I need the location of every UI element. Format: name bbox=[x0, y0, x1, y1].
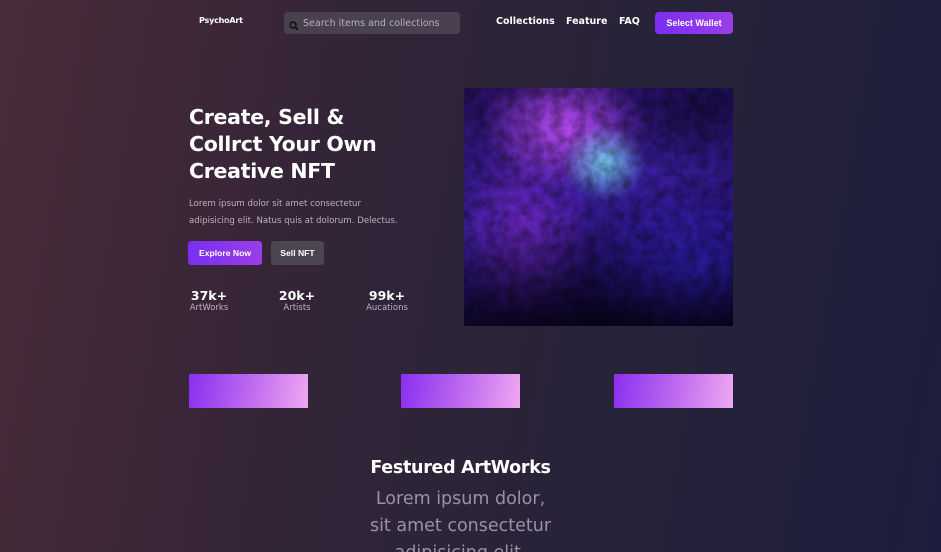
navbar: PsychoArt Collections Feature FAQ Select… bbox=[0, 0, 941, 44]
featured-subtitle-line: Lorem ipsum dolor, bbox=[375, 489, 546, 509]
stat-label: Aucations bbox=[366, 303, 408, 313]
gradient-card[interactable] bbox=[614, 374, 733, 408]
brand-logo[interactable]: PsychoArt bbox=[199, 16, 243, 25]
hero-description-line: Lorem ipsum dolor sit amet consectetur bbox=[189, 199, 362, 209]
gradient-card[interactable] bbox=[189, 374, 308, 408]
sell-nft-button[interactable]: Sell NFT bbox=[271, 241, 324, 265]
hero-title-line: Creative NFT bbox=[189, 159, 335, 183]
hero-nft-image bbox=[464, 88, 733, 326]
hero-title: Create, Sell & Collrct Your Own Creative… bbox=[189, 104, 439, 185]
stat-value: 37k+ bbox=[190, 288, 228, 303]
featured-subtitle: Lorem ipsum dolor, sit amet consectetur … bbox=[0, 486, 921, 552]
hero-description: Lorem ipsum dolor sit amet consectetur a… bbox=[189, 196, 429, 230]
nav-link-collections[interactable]: Collections bbox=[496, 16, 555, 27]
stat-value: 20k+ bbox=[278, 288, 316, 303]
stat-value: 99k+ bbox=[368, 288, 406, 303]
gradient-card[interactable] bbox=[401, 374, 520, 408]
stat-label: ArtWorks bbox=[189, 303, 229, 313]
featured-subtitle-line: sit amet consectetur bbox=[369, 516, 552, 536]
search-icon bbox=[288, 17, 300, 31]
stat-aucations: 99k+ Aucations bbox=[362, 288, 412, 313]
nav-link-feature[interactable]: Feature bbox=[566, 16, 607, 27]
select-wallet-button[interactable]: Select Wallet bbox=[655, 12, 733, 34]
search-input[interactable] bbox=[303, 17, 453, 29]
stat-artists: 20k+ Artists bbox=[277, 288, 317, 313]
hero-title-line: Collrct Your Own bbox=[189, 132, 377, 156]
nav-link-faq[interactable]: FAQ bbox=[619, 16, 640, 27]
stat-label: Artists bbox=[283, 303, 311, 313]
stat-artworks: 37k+ ArtWorks bbox=[188, 288, 230, 313]
search-bar[interactable] bbox=[284, 12, 460, 34]
explore-now-button[interactable]: Explore Now bbox=[188, 241, 262, 265]
hero-description-line: adipisicing elit. Natus quis at dolorum.… bbox=[189, 216, 398, 226]
featured-subtitle-line: adipisicing elit. bbox=[0, 540, 921, 552]
featured-title: Festured ArtWorks bbox=[370, 458, 551, 478]
hero-title-line: Create, Sell & bbox=[189, 105, 345, 129]
